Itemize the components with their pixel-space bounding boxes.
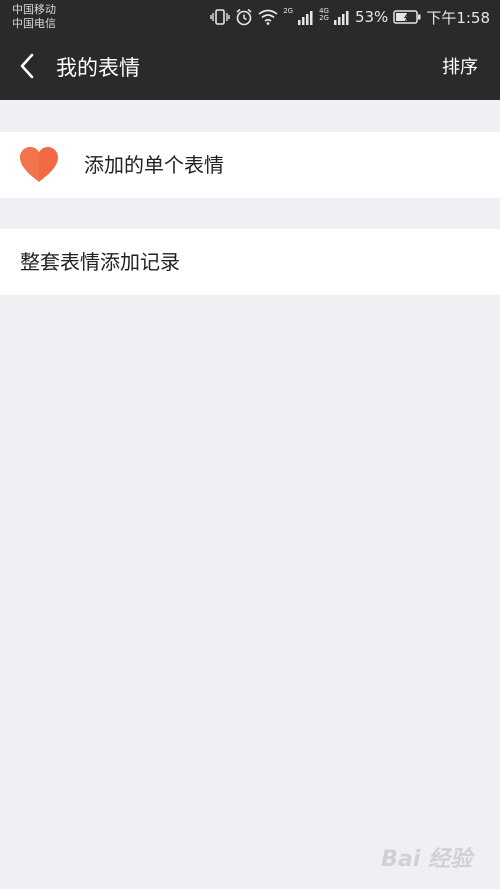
single-emoji-label: 添加的单个表情 <box>84 153 224 177</box>
network-type-2: 4G 2G <box>319 8 329 22</box>
carrier-2: 中国电信 <box>12 17 56 30</box>
single-emoji-item[interactable]: 添加的单个表情 <box>0 132 500 198</box>
network-type-1: 2G <box>283 7 294 15</box>
clock: 下午1:58 <box>426 8 490 27</box>
title-bar: 我的表情 排序 <box>0 36 500 100</box>
carrier-1: 中国移动 <box>12 3 56 16</box>
battery-percent: 53% <box>354 8 389 26</box>
watermark: Bai 经验 <box>381 847 472 872</box>
network-type-2-bottom: 2G <box>319 14 329 22</box>
sort-button[interactable]: 排序 <box>442 54 478 82</box>
chevron-left-icon <box>17 53 39 83</box>
emoji-set-history-label: 整套表情添加记录 <box>20 250 180 274</box>
signal-icon <box>298 9 314 25</box>
back-button[interactable] <box>10 50 46 86</box>
alarm-icon <box>235 8 253 26</box>
heart-icon <box>18 145 60 185</box>
wifi-icon <box>258 9 278 25</box>
status-icons: 2G 4G 2G 53% 下午1:58 <box>210 6 490 28</box>
status-bar: 中国移动 中国电信 2G 4G 2G 53% 下午1:58 <box>0 0 500 36</box>
vibrate-icon <box>210 9 230 25</box>
signal-icon-2 <box>333 9 350 25</box>
battery-icon <box>393 10 421 24</box>
page-title: 我的表情 <box>56 56 140 80</box>
emoji-set-history-item[interactable]: 整套表情添加记录 <box>0 229 500 295</box>
